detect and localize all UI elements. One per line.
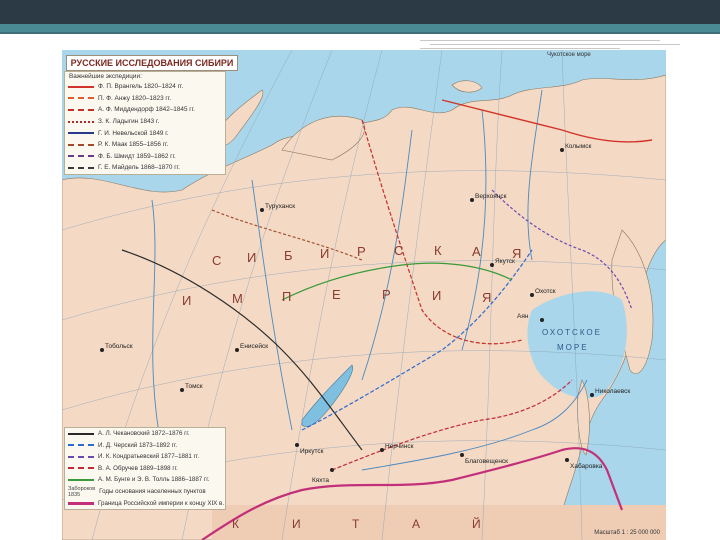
region-letter: А	[472, 244, 481, 259]
legend-label: Годы основания населенных пунктов	[99, 488, 206, 495]
slide-accent-line	[0, 32, 720, 34]
place-label: Томск	[185, 383, 203, 390]
region-letter: М	[232, 291, 243, 306]
place-label: Иркутск	[300, 448, 324, 455]
region-letter: Й	[472, 516, 481, 531]
place-label: Благовещенск	[465, 458, 508, 465]
region-letter: П	[282, 289, 291, 304]
legend-row: Ф. Б. Шмидт 1859–1862 гг.	[65, 151, 225, 163]
legend-row: Ф. П. Врангель 1820–1824 гг.	[65, 81, 225, 93]
legend-label: П. Ф. Анжу 1820–1823 гг.	[98, 94, 172, 102]
region-letter: Я	[482, 290, 491, 305]
place-label: Николаевск	[595, 388, 630, 395]
siberia-map: С И Б И Р С К А Я И М П Е Р И Я К И Т А …	[62, 50, 666, 540]
place-label: Якутск	[495, 258, 515, 265]
map-scale: Масштаб 1 : 25 000 000	[594, 530, 660, 536]
place-label: Колымск	[565, 143, 591, 150]
legend-row: Г. Е. Майдель 1868–1870 гг.	[65, 162, 225, 174]
legend-label: З. К. Ладыгин 1843 г.	[98, 118, 160, 126]
legend-label: А. Ф. Миддендорф 1842–1845 гг.	[98, 106, 195, 114]
region-letter: А	[412, 517, 420, 531]
legend-row: З. К. Ладыгин 1843 г.	[65, 116, 225, 128]
region-letter: Е	[332, 287, 341, 302]
legend-label: Ф. Б. Шмидт 1859–1862 гг.	[98, 152, 176, 160]
region-letter: К	[232, 517, 239, 531]
place-label: Аян	[517, 313, 529, 320]
legend-header: Важнейшие экспедиции:	[69, 73, 142, 80]
legend-label: Г. Е. Майдель 1868–1870 гг.	[98, 164, 180, 172]
region-letter: Р	[357, 244, 366, 259]
legend-row: А. Ф. Миддендорф 1842–1845 гг.	[65, 104, 225, 116]
map-title: РУССКИЕ ИССЛЕДОВАНИЯ СИБИРИ в XIX в.	[66, 55, 238, 82]
legend-expeditions-late: А. Л. Чекановский 1872–1876 гг. И. Д. Че…	[64, 427, 226, 510]
legend-row: Забороков 1835 Годы основания населенных …	[65, 486, 225, 498]
sea-label-chukchi: Чукотское море	[547, 52, 591, 58]
region-letter: Б	[284, 248, 293, 263]
slide-top-bar	[0, 0, 720, 24]
legend-label: А. Л. Чекановский 1872–1876 гг.	[98, 430, 190, 438]
legend-label: Ф. П. Врангель 1820–1824 гг.	[98, 83, 184, 91]
region-letter: И	[292, 517, 301, 531]
region-letter: С	[394, 243, 403, 258]
legend-label: Р. К. Маак 1855–1856 гг.	[98, 141, 169, 149]
place-label: Кяхта	[312, 477, 329, 484]
place-label: Хабаровка	[570, 462, 603, 470]
region-letter: С	[212, 253, 221, 268]
legend-row: Граница Российской империи к концу XIX в…	[65, 498, 225, 510]
region-letter: К	[434, 243, 442, 258]
legend-label: Граница Российской империи к концу XIX в…	[98, 499, 225, 507]
legend-label: И. Д. Черский 1873–1892 гг.	[98, 441, 178, 449]
place-label: Охотск	[535, 288, 556, 295]
legend-row: П. Ф. Анжу 1820–1823 гг.	[65, 93, 225, 105]
region-letter: И	[247, 250, 256, 265]
legend-row: А. Л. Чекановский 1872–1876 гг.	[65, 428, 225, 440]
place-label: Нерчинск	[385, 443, 414, 450]
legend-row: И. Д. Черский 1873–1892 гг.	[65, 440, 225, 452]
place-label: Туруханск	[265, 203, 295, 210]
legend-row: А. М. Бунге и Э. В. Толль 1886–1887 гг.	[65, 474, 225, 486]
legend-label: Г. И. Невельской 1849 г.	[98, 129, 169, 137]
slide-accent-stripe	[0, 24, 720, 32]
legend-label: А. М. Бунге и Э. В. Толль 1886–1887 гг.	[98, 476, 210, 484]
place-label: Енисейск	[240, 342, 268, 350]
legend-row: В. А. Обручев 1889–1898 гг.	[65, 463, 225, 475]
region-letter: И	[432, 288, 441, 303]
sea-label: ОХОТСКОЕ	[542, 328, 602, 337]
region-letter: Р	[382, 287, 391, 302]
legend-label: И. К. Кондратьевский 1877–1881 гг.	[98, 453, 200, 461]
legend-label: В. А. Обручев 1889–1898 гг.	[98, 464, 178, 472]
place-label: Тобольск	[105, 342, 133, 350]
legend-row: Г. И. Невельской 1849 г.	[65, 127, 225, 139]
region-letter: И	[320, 246, 329, 261]
sea-label: МОРЕ	[557, 343, 589, 352]
place-label: Верхоянск	[475, 193, 507, 200]
legend-row: Р. К. Маак 1855–1856 гг.	[65, 139, 225, 151]
legend-swatch-text: Забороков 1835	[68, 485, 96, 498]
legend-row: И. К. Кондратьевский 1877–1881 гг.	[65, 451, 225, 463]
region-letter: Т	[352, 517, 360, 531]
region-letter: И	[182, 293, 191, 308]
legend-expeditions: Важнейшие экспедиции: Ф. П. Врангель 182…	[64, 71, 226, 175]
